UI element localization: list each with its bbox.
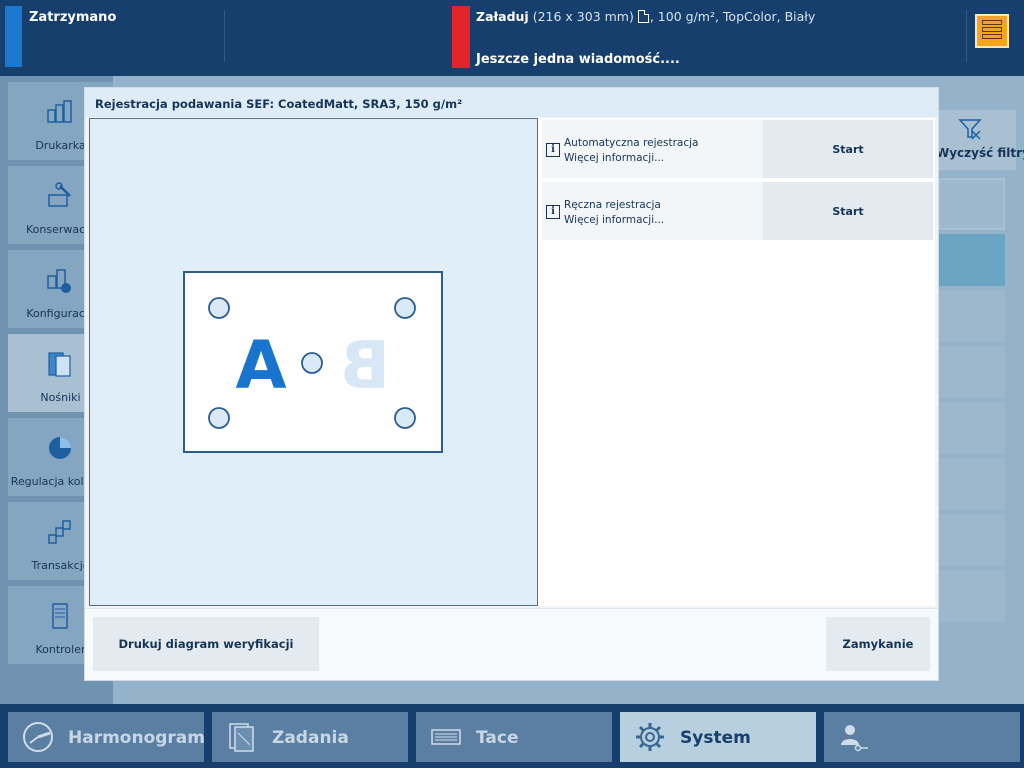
user-key-icon <box>841 725 868 752</box>
print-verification-diagram-button[interactable]: Drukuj diagram weryfikacji <box>93 617 319 671</box>
registration-dialog: Rejestracja podawania SEF: CoatedMatt, S… <box>84 87 939 681</box>
status-indicator <box>5 6 22 67</box>
list-item <box>938 178 1005 230</box>
info-icon[interactable]: i <box>546 205 560 219</box>
nav-system[interactable]: System <box>620 712 816 762</box>
list-item <box>938 514 1005 566</box>
nav-schedule[interactable]: Harmonogram <box>8 712 205 762</box>
option-text[interactable]: Ręczna rejestracja Więcej informacji... <box>564 198 664 228</box>
list-item <box>938 458 1005 510</box>
maintenance-icon <box>48 182 71 207</box>
transactions-icon <box>48 520 71 544</box>
color-calibration-icon <box>49 437 71 459</box>
registration-diagram-pane: A B <box>89 118 538 606</box>
start-manual-button[interactable]: Start <box>763 182 933 240</box>
more-messages[interactable]: Jeszcze jedna wiadomość.... <box>476 52 680 67</box>
registration-marks: A B <box>208 297 416 429</box>
top-status-bar: Zatrzymano Załaduj (216 x 303 mm) , 100 g… <box>0 0 1024 76</box>
divider <box>966 10 967 62</box>
sheet-icon <box>637 10 649 23</box>
configuration-icon <box>47 269 71 293</box>
clear-filters-label: Wyczyść filtry <box>936 146 1024 160</box>
nav-jobs[interactable]: Zadania <box>212 712 408 762</box>
back-letter: B <box>340 327 390 404</box>
printer-icon <box>47 100 72 123</box>
front-letter: A <box>235 327 286 404</box>
more-info-link[interactable]: Więcej informacji... <box>564 213 664 228</box>
clock-icon <box>23 722 53 752</box>
nav-trays[interactable]: Tace <box>416 712 612 762</box>
dialog-footer: Drukuj diagram weryfikacji Zamykanie <box>85 608 938 680</box>
start-automatic-button[interactable]: Start <box>763 120 933 178</box>
option-text[interactable]: Automatyczna rejestracja Więcej informac… <box>564 136 698 166</box>
option-title: Automatyczna rejestracja <box>564 137 699 149</box>
option-title: Ręczna rejestracja <box>564 199 661 211</box>
load-message[interactable]: Załaduj (216 x 303 mm) , 100 g/m², TopCol… <box>476 9 815 24</box>
divider <box>224 10 225 62</box>
more-info-link[interactable]: Więcej informacji... <box>564 151 698 166</box>
registration-options-pane: i Automatyczna rejestracja Więcej inform… <box>538 118 935 606</box>
list-item <box>938 290 1005 342</box>
nav-label: Harmonogram <box>68 728 205 748</box>
printer-status[interactable]: Zatrzymano <box>29 10 116 25</box>
nav-label: Tace <box>476 728 519 748</box>
load-size: (216 x 303 mm) <box>532 9 634 24</box>
list-item <box>938 234 1005 286</box>
dialog-title: Rejestracja podawania SEF: CoatedMatt, S… <box>95 97 463 111</box>
load-action: Załaduj <box>476 9 529 24</box>
gear-icon <box>636 723 664 751</box>
sheet-diagram: A B <box>183 271 443 453</box>
alert-indicator <box>452 6 470 68</box>
bottom-navigation: Harmonogram Zadania Tace System <box>0 704 1024 768</box>
list-item <box>938 346 1005 398</box>
jobs-icon <box>229 723 254 752</box>
option-manual-registration: i Ręczna rejestracja Więcej informacji..… <box>542 182 933 240</box>
filter-clear-icon <box>958 119 982 140</box>
nav-label: Zadania <box>272 728 349 748</box>
dialog-header: Rejestracja podawania SEF: CoatedMatt, S… <box>85 88 938 117</box>
info-icon[interactable]: i <box>546 143 560 157</box>
load-details: , 100 g/m², TopColor, Biały <box>649 9 816 24</box>
controller-icon <box>52 603 68 629</box>
trays-icon <box>431 729 461 745</box>
nav-user[interactable] <box>824 712 1020 762</box>
list-item <box>938 570 1005 622</box>
server-stack-icon[interactable] <box>975 14 1009 48</box>
list-item <box>938 402 1005 454</box>
nav-label: System <box>680 728 751 748</box>
option-automatic-registration: i Automatyczna rejestracja Więcej inform… <box>542 120 933 178</box>
media-icon <box>48 352 71 377</box>
close-button[interactable]: Zamykanie <box>826 617 930 671</box>
